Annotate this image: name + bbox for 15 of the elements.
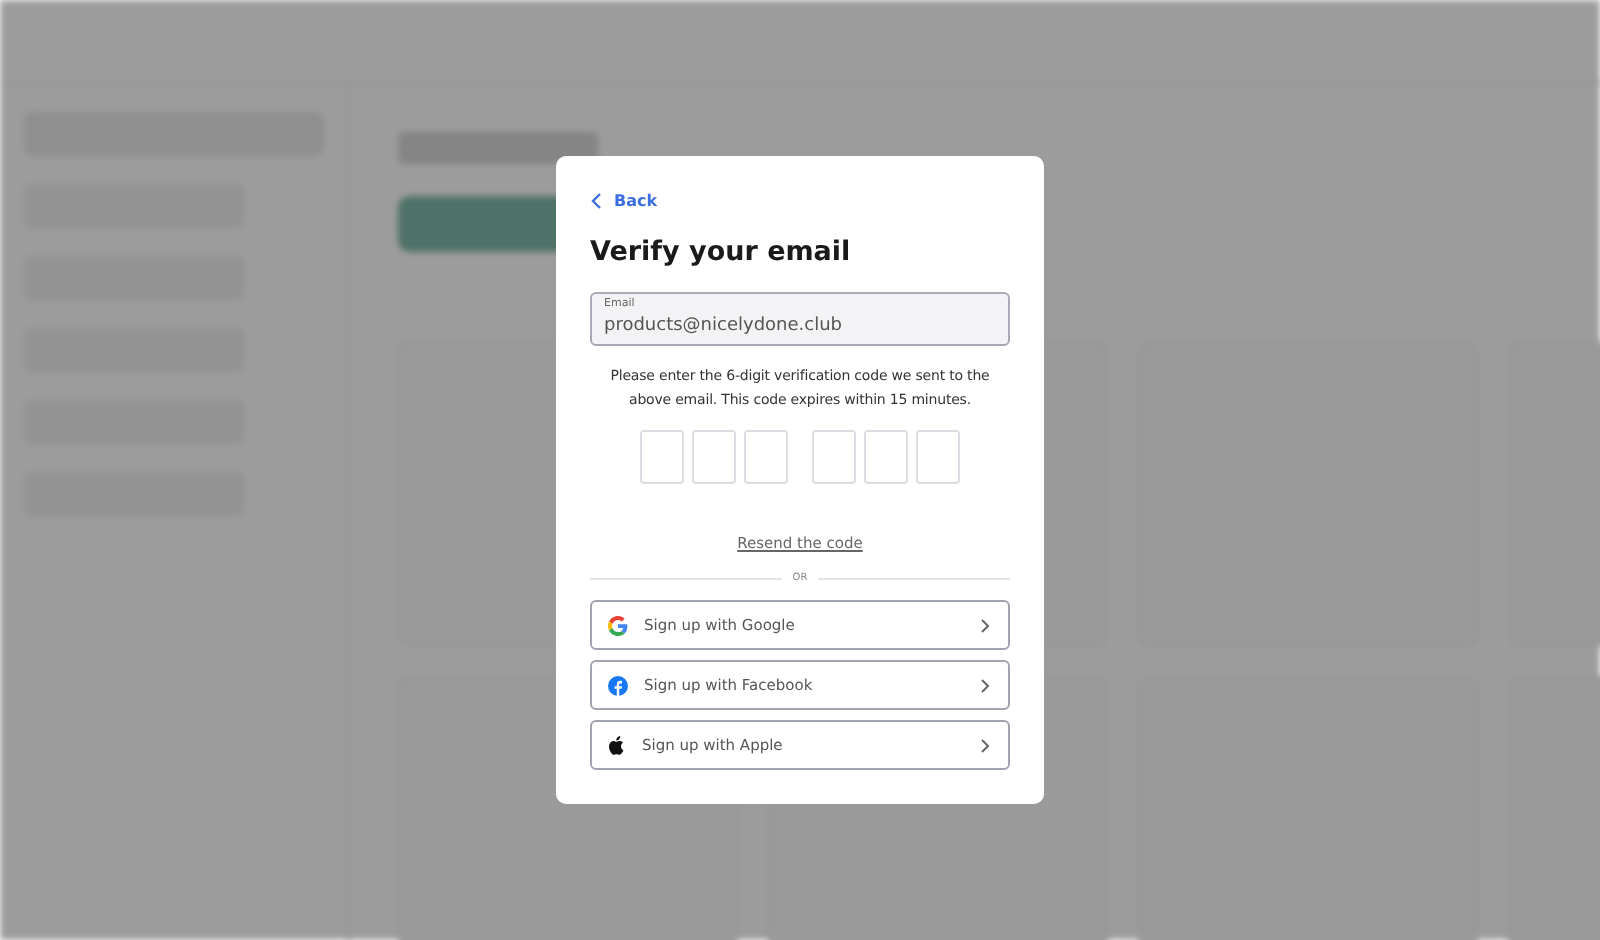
code-digit-input[interactable] xyxy=(916,430,960,484)
apple-logo-icon xyxy=(608,735,626,755)
google-logo-icon xyxy=(608,615,628,635)
chevron-right-icon xyxy=(980,617,990,633)
code-digit-input[interactable] xyxy=(692,430,736,484)
code-digit-input[interactable] xyxy=(744,430,788,484)
chevron-left-icon xyxy=(590,192,602,210)
code-digit-input[interactable] xyxy=(812,430,856,484)
code-digit-input[interactable] xyxy=(864,430,908,484)
facebook-logo-icon xyxy=(608,675,628,695)
code-digit-input[interactable] xyxy=(640,430,684,484)
chevron-right-icon xyxy=(980,737,990,753)
chevron-right-icon xyxy=(980,677,990,693)
dialog-title: Verify your email xyxy=(590,236,853,268)
back-link[interactable]: Back xyxy=(590,192,658,210)
